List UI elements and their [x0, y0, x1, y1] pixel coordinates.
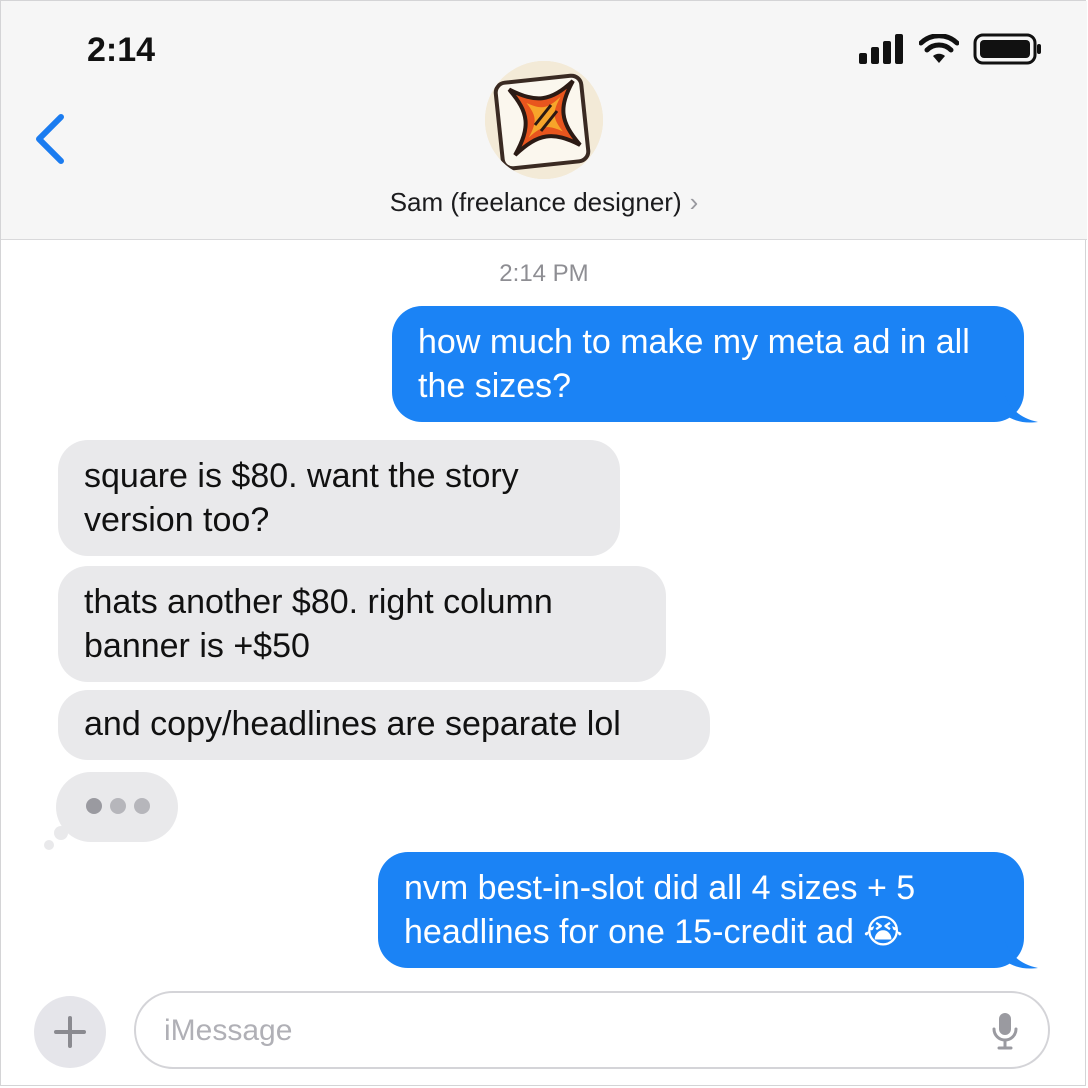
incoming-message-bubble[interactable]: and copy/headlines are separate lol: [58, 690, 710, 760]
contact-name-button[interactable]: Sam (freelance designer) ›: [1, 187, 1087, 218]
apps-plus-button[interactable]: [34, 996, 106, 1068]
chevron-right-icon: ›: [689, 187, 699, 217]
status-icons: [859, 33, 1043, 65]
wifi-icon: [919, 34, 959, 63]
microphone-icon[interactable]: [990, 1011, 1020, 1051]
bubble-tail: [1004, 938, 1038, 969]
typing-dot: [110, 798, 126, 814]
typing-dot: [134, 798, 150, 814]
signal-icon: [859, 34, 903, 64]
contact-avatar[interactable]: [485, 61, 603, 179]
message-timestamp: 2:14 PM: [499, 260, 589, 287]
sparkle-avatar-icon: [485, 61, 603, 179]
battery-icon: [973, 33, 1041, 65]
plus-icon: [54, 1016, 86, 1048]
typing-indicator-tail: [54, 826, 68, 840]
typing-indicator: [56, 772, 178, 842]
contact-name: Sam (freelance designer): [389, 187, 682, 217]
typing-dot: [86, 798, 102, 814]
incoming-message-bubble[interactable]: square is $80. want the story version to…: [58, 440, 620, 556]
message-input-container: [134, 991, 1050, 1069]
conversation-header: 2:14 Sam (freelance designer) ›: [1, 1, 1087, 240]
status-time: 2:14: [87, 31, 156, 69]
message-input[interactable]: [162, 1007, 966, 1055]
incoming-message-bubble[interactable]: thats another $80. right column banner i…: [58, 566, 666, 682]
outgoing-message-bubble[interactable]: how much to make my meta ad in all the s…: [392, 306, 1024, 422]
outgoing-message-bubble[interactable]: nvm best-in-slot did all 4 sizes + 5 hea…: [378, 852, 1024, 968]
typing-indicator-tail: [44, 840, 54, 850]
back-chevron-icon[interactable]: [31, 111, 71, 167]
bubble-tail: [1004, 392, 1038, 423]
